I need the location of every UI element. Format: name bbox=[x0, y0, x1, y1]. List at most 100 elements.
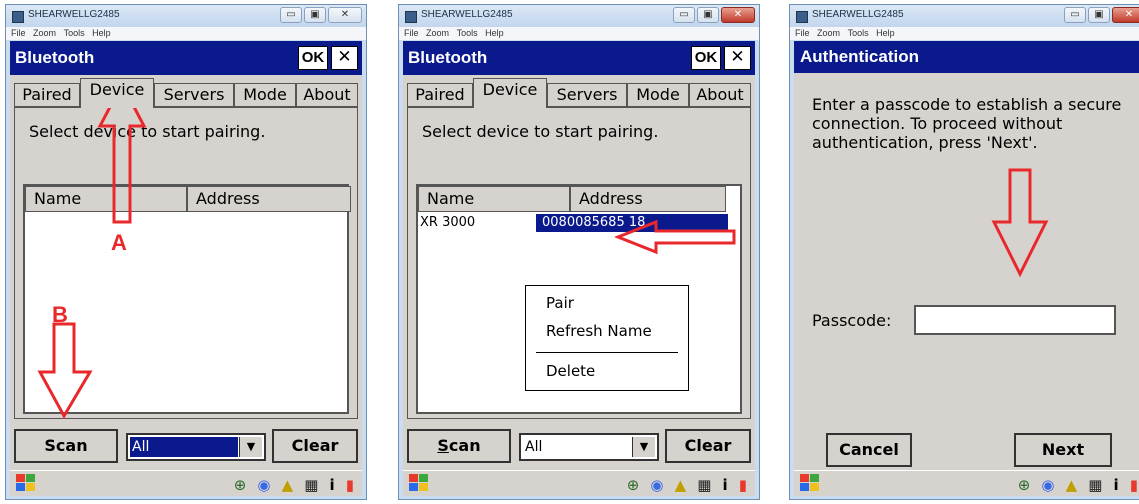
close-window-button[interactable]: ✕ bbox=[328, 7, 362, 23]
windows-flag-icon[interactable] bbox=[800, 474, 822, 492]
menu-item-delete[interactable]: Delete bbox=[546, 362, 595, 380]
info-icon[interactable]: i bbox=[722, 476, 727, 494]
lock-icon[interactable]: ▲ bbox=[675, 476, 687, 494]
cancel-button[interactable]: Cancel bbox=[826, 433, 912, 467]
filter-dropdown[interactable]: All ▼ bbox=[519, 433, 659, 461]
menu-help[interactable]: Help bbox=[92, 28, 111, 38]
menu-bar: File Zoom Tools Help bbox=[790, 27, 1139, 40]
column-address[interactable]: Address bbox=[570, 186, 726, 212]
passcode-label: Passcode: bbox=[812, 311, 892, 330]
window-titlebar[interactable]: SHEARWELLG2485 ▭ ▣ ✕ bbox=[399, 5, 759, 27]
battery-icon[interactable]: ▮ bbox=[739, 476, 747, 494]
menu-tools[interactable]: Tools bbox=[848, 28, 869, 38]
tab-servers[interactable]: Servers bbox=[154, 83, 234, 107]
maximize-button[interactable]: ▣ bbox=[1088, 7, 1110, 23]
filter-dropdown[interactable]: All ▼ bbox=[126, 433, 266, 461]
menu-separator bbox=[536, 352, 678, 353]
filter-value: All bbox=[525, 439, 543, 455]
network-globe-icon[interactable]: ⊕ bbox=[234, 476, 247, 494]
bluetooth-icon[interactable]: ◉ bbox=[1041, 476, 1054, 494]
tab-servers[interactable]: Servers bbox=[547, 83, 627, 107]
annotation-arrow-down-icon bbox=[37, 322, 93, 420]
tab-mode[interactable]: Mode bbox=[234, 83, 296, 107]
tab-paired[interactable]: Paired bbox=[14, 83, 80, 107]
menu-tools[interactable]: Tools bbox=[457, 28, 478, 38]
bottom-bar: Scan All ▼ Clear bbox=[403, 425, 755, 469]
annotation-label-a: A bbox=[111, 230, 127, 255]
bluetooth-icon[interactable]: ◉ bbox=[257, 476, 270, 494]
network-globe-icon[interactable]: ⊕ bbox=[627, 476, 640, 494]
menu-zoom[interactable]: Zoom bbox=[33, 28, 56, 38]
clear-button[interactable]: Clear bbox=[272, 429, 358, 463]
minimize-button[interactable]: ▭ bbox=[280, 7, 302, 23]
tab-device[interactable]: Device bbox=[473, 78, 547, 108]
battery-icon[interactable]: ▮ bbox=[346, 476, 354, 494]
app-title: Bluetooth bbox=[408, 48, 488, 67]
scan-button[interactable]: Scan bbox=[14, 429, 118, 463]
annotation-label-b: B bbox=[52, 302, 68, 327]
lock-icon[interactable]: ▲ bbox=[282, 476, 294, 494]
menu-file[interactable]: File bbox=[11, 28, 26, 38]
menu-file[interactable]: File bbox=[795, 28, 810, 38]
menu-help[interactable]: Help bbox=[876, 28, 895, 38]
clear-button[interactable]: Clear bbox=[665, 429, 751, 463]
app-title: Bluetooth bbox=[15, 48, 95, 67]
menu-item-refresh-name[interactable]: Refresh Name bbox=[546, 322, 652, 340]
battery-icon[interactable]: ▮ bbox=[1130, 476, 1138, 494]
info-icon[interactable]: i bbox=[329, 476, 334, 494]
windows-flag-icon[interactable] bbox=[409, 474, 431, 492]
info-icon[interactable]: i bbox=[1113, 476, 1118, 494]
lock-icon[interactable]: ▲ bbox=[1066, 476, 1078, 494]
taskbar: ⊕ ◉ ▲ ▦ i ▮ bbox=[794, 470, 1139, 496]
menu-zoom[interactable]: Zoom bbox=[426, 28, 449, 38]
close-window-button[interactable]: ✕ bbox=[721, 7, 755, 23]
scan-button[interactable]: Scan bbox=[407, 429, 511, 463]
minimize-button[interactable]: ▭ bbox=[1064, 7, 1086, 23]
maximize-button[interactable]: ▣ bbox=[697, 7, 719, 23]
close-app-button[interactable]: ✕ bbox=[724, 46, 751, 70]
tab-about[interactable]: About bbox=[689, 83, 751, 107]
close-app-button[interactable]: ✕ bbox=[331, 46, 358, 70]
next-button[interactable]: Next bbox=[1014, 433, 1112, 467]
tab-about[interactable]: About bbox=[296, 83, 358, 107]
window-titlebar[interactable]: SHEARWELLG2485 ▭ ▣ ✕ bbox=[790, 5, 1139, 27]
tab-device[interactable]: Device bbox=[80, 78, 154, 108]
filter-value: All bbox=[130, 437, 238, 457]
close-window-button[interactable]: ✕ bbox=[1112, 7, 1139, 23]
device-name: XR 3000 bbox=[420, 215, 476, 230]
column-address[interactable]: Address bbox=[187, 186, 351, 212]
windows-flag-icon[interactable] bbox=[16, 474, 38, 492]
keyboard-icon[interactable]: ▦ bbox=[304, 476, 318, 494]
list-header: Name Address bbox=[418, 186, 740, 212]
maximize-button[interactable]: ▣ bbox=[304, 7, 326, 23]
network-globe-icon[interactable]: ⊕ bbox=[1018, 476, 1031, 494]
system-tray: ⊕ ◉ ▲ ▦ i ▮ bbox=[228, 475, 354, 494]
device-screen: Bluetooth OK ✕ Paired Device Servers Mod… bbox=[10, 41, 362, 496]
keyboard-icon[interactable]: ▦ bbox=[697, 476, 711, 494]
tab-paired[interactable]: Paired bbox=[407, 83, 473, 107]
dropdown-arrow-icon[interactable]: ▼ bbox=[632, 437, 655, 457]
app-icon bbox=[796, 11, 808, 23]
taskbar: ⊕ ◉ ▲ ▦ i ▮ bbox=[403, 470, 755, 496]
passcode-input[interactable] bbox=[914, 305, 1116, 335]
column-name[interactable]: Name bbox=[418, 186, 570, 212]
context-menu: Pair Refresh Name Delete bbox=[525, 285, 689, 391]
menu-zoom[interactable]: Zoom bbox=[817, 28, 840, 38]
menu-file[interactable]: File bbox=[404, 28, 419, 38]
bluetooth-icon[interactable]: ◉ bbox=[650, 476, 663, 494]
menu-item-pair[interactable]: Pair bbox=[546, 294, 574, 312]
dropdown-arrow-icon[interactable]: ▼ bbox=[239, 437, 262, 457]
app-icon bbox=[405, 11, 417, 23]
system-tray: ⊕ ◉ ▲ ▦ i ▮ bbox=[621, 475, 747, 494]
app-header: Authentication bbox=[794, 41, 1139, 73]
device-screen: Authentication Enter a passcode to estab… bbox=[794, 41, 1139, 496]
keyboard-icon[interactable]: ▦ bbox=[1088, 476, 1102, 494]
ok-button[interactable]: OK bbox=[691, 46, 721, 70]
window-titlebar[interactable]: SHEARWELLG2485 ▭ ▣ ✕ bbox=[6, 5, 366, 27]
tab-strip: Paired Device Servers Mode About bbox=[10, 77, 362, 108]
ok-button[interactable]: OK bbox=[298, 46, 328, 70]
minimize-button[interactable]: ▭ bbox=[673, 7, 695, 23]
menu-help[interactable]: Help bbox=[485, 28, 504, 38]
menu-tools[interactable]: Tools bbox=[64, 28, 85, 38]
tab-mode[interactable]: Mode bbox=[627, 83, 689, 107]
